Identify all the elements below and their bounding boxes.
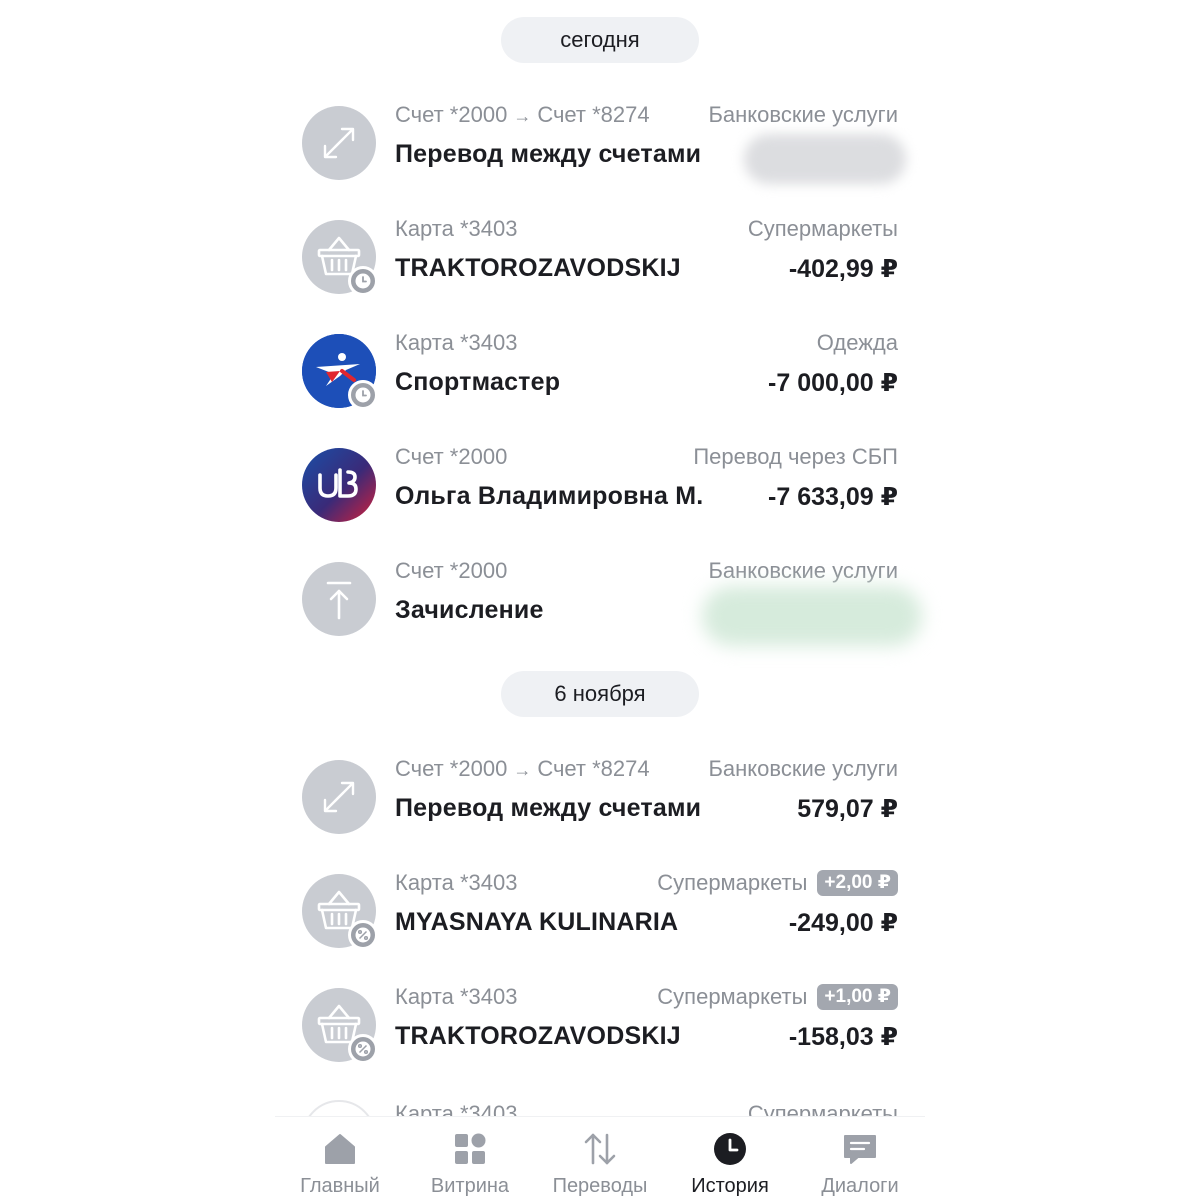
clock-icon — [714, 1133, 746, 1165]
bank-logo-icon — [302, 448, 376, 522]
transaction-category: Перевод через СБП — [693, 444, 898, 469]
transaction-category: Банковские услуги — [708, 558, 898, 583]
sportmaster-logo-icon — [302, 334, 378, 410]
bottom-tab-bar: Главный Витрина Переводы История Диалоги — [275, 1116, 925, 1200]
transaction-row[interactable]: Карта *3403 Супермаркеты +2,00 ₽ MYASNAYA… — [300, 868, 900, 978]
transaction-amount: -402,99 ₽ — [788, 255, 898, 283]
transaction-row-partial[interactable]: Карта *3403 Супермаркеты — [300, 1094, 900, 1116]
transaction-row[interactable]: Счет *2000 → Счет *8274 Банковские услуги … — [300, 100, 906, 210]
transaction-amount: -7 633,09 ₽ — [768, 483, 898, 511]
transaction-row[interactable]: Карта *3403 Супермаркеты +1,00 ₽ TRAKTORO… — [300, 982, 900, 1092]
home-icon — [325, 1134, 355, 1164]
cashback-badge: +2,00 ₽ — [817, 870, 898, 896]
tab-transfers[interactable]: Переводы — [535, 1117, 665, 1200]
cashback-badge: +1,00 ₽ — [817, 984, 898, 1010]
transaction-amount: -249,00 ₽ — [788, 909, 898, 937]
redacted-amount — [702, 586, 922, 646]
chat-icon — [844, 1135, 876, 1164]
transaction-row[interactable]: Счет *2000 → Счет *8274 Банковские услуги … — [300, 754, 900, 864]
transaction-source: Счет *2000 — [395, 444, 508, 469]
transaction-title: Ольга Владимировна М. — [395, 482, 704, 510]
transaction-accounts: Счет *2000 → Счет *8274 — [395, 102, 650, 127]
transfer-icon — [584, 1133, 616, 1165]
basket-icon — [302, 988, 378, 1064]
tab-label: Диалоги — [821, 1175, 899, 1197]
transfer-arrows-icon — [302, 760, 376, 834]
store-logo-icon — [302, 1100, 376, 1116]
tab-showcase[interactable]: Витрина — [405, 1117, 535, 1200]
transaction-category: Супермаркеты — [747, 216, 898, 241]
tab-label: Переводы — [552, 1175, 648, 1197]
transaction-row[interactable]: Карта *3403 Супермаркеты TRAKTOROZAVODSK… — [300, 214, 900, 324]
transaction-source: Карта *3403 — [395, 330, 518, 355]
transfer-arrows-icon — [302, 106, 376, 180]
basket-icon — [302, 874, 378, 950]
transaction-category: Супермаркеты +2,00 ₽ — [657, 870, 898, 896]
date-header-today: сегодня — [501, 17, 699, 63]
transaction-title: TRAKTOROZAVODSKIJ — [395, 254, 681, 282]
tab-dialogs[interactable]: Диалоги — [795, 1117, 925, 1200]
transaction-source: Карта *3403 — [395, 870, 518, 895]
tab-label: Витрина — [430, 1175, 510, 1197]
percent-icon — [348, 920, 378, 950]
tab-home[interactable]: Главный — [275, 1117, 405, 1200]
grid-icon — [455, 1133, 486, 1164]
basket-icon — [302, 220, 378, 296]
transaction-source: Счет *2000 — [395, 558, 508, 583]
transaction-category: Супермаркеты — [747, 1101, 898, 1116]
percent-icon — [348, 1034, 378, 1064]
transaction-row[interactable]: Карта *3403 Одежда Спортмастер -7 000,00… — [300, 328, 900, 438]
transaction-amount: -158,03 ₽ — [788, 1023, 898, 1051]
transaction-amount: 579,07 ₽ — [797, 795, 898, 823]
tab-label: Главный — [300, 1175, 380, 1197]
transaction-title: TRAKTOROZAVODSKIJ — [395, 1022, 681, 1050]
transaction-amount: -7 000,00 ₽ — [768, 369, 898, 397]
transaction-accounts: Счет *2000 → Счет *8274 — [395, 756, 650, 781]
transaction-title: Перевод между счетами — [395, 140, 702, 168]
transaction-category: Банковские услуги — [708, 756, 898, 781]
redacted-amount — [744, 134, 906, 184]
tab-label: История — [691, 1175, 769, 1197]
upload-arrow-icon — [302, 562, 376, 636]
clock-icon — [348, 266, 378, 296]
transaction-category: Банковские услуги — [708, 102, 898, 127]
transaction-source: Карта *3403 — [395, 1101, 518, 1116]
transaction-row[interactable]: Счет *2000 Перевод через СБП Ольга Влади… — [300, 442, 900, 552]
transaction-title: MYASNAYA KULINARIA — [395, 908, 679, 936]
date-header-6-november: 6 ноября — [501, 671, 699, 717]
transaction-title: Зачисление — [395, 596, 544, 624]
transaction-category: Одежда — [816, 330, 898, 355]
clock-icon — [348, 380, 378, 410]
tab-history[interactable]: История — [665, 1117, 795, 1200]
transaction-title: Спортмастер — [395, 368, 561, 396]
transaction-category: Супермаркеты +1,00 ₽ — [657, 984, 898, 1010]
transaction-title: Перевод между счетами — [395, 794, 702, 822]
transaction-row[interactable]: Счет *2000 Банковские услуги Зачисление — [300, 556, 922, 666]
transaction-source: Карта *3403 — [395, 216, 518, 241]
transaction-source: Карта *3403 — [395, 984, 518, 1009]
